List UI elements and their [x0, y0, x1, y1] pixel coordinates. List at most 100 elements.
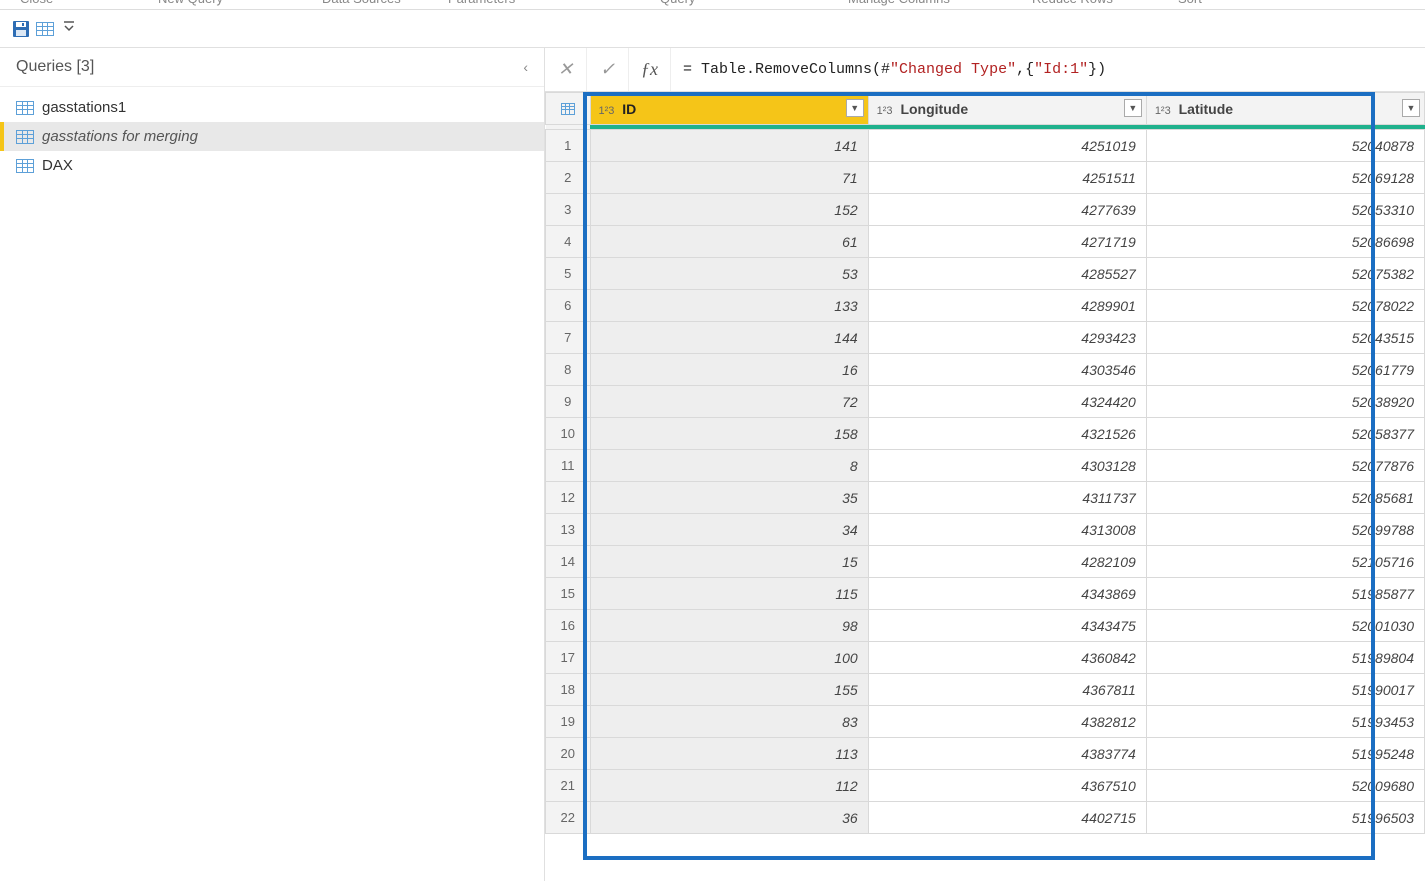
table-row[interactable]: 20113438377451995248	[546, 738, 1425, 770]
table-row[interactable]: 21112436751052009680	[546, 770, 1425, 802]
cell-longitude[interactable]: 4367811	[868, 674, 1146, 706]
row-number[interactable]: 13	[546, 514, 591, 546]
cell-latitude[interactable]: 52038920	[1146, 386, 1424, 418]
table-row[interactable]: 972432442052038920	[546, 386, 1425, 418]
cell-latitude[interactable]: 52040878	[1146, 130, 1424, 162]
row-number[interactable]: 10	[546, 418, 591, 450]
cell-id[interactable]: 112	[590, 770, 868, 802]
row-number[interactable]: 3	[546, 194, 591, 226]
row-number[interactable]: 4	[546, 226, 591, 258]
row-number[interactable]: 6	[546, 290, 591, 322]
table-row[interactable]: 1415428210952105716	[546, 546, 1425, 578]
formula-fx-icon[interactable]: ƒx	[629, 48, 671, 91]
table-row[interactable]: 10158432152652058377	[546, 418, 1425, 450]
cell-longitude[interactable]: 4383774	[868, 738, 1146, 770]
cell-longitude[interactable]: 4382812	[868, 706, 1146, 738]
cell-latitude[interactable]: 52009680	[1146, 770, 1424, 802]
cell-longitude[interactable]: 4303128	[868, 450, 1146, 482]
cell-longitude[interactable]: 4311737	[868, 482, 1146, 514]
table-row[interactable]: 15115434386951985877	[546, 578, 1425, 610]
table-row[interactable]: 3152427763952053310	[546, 194, 1425, 226]
cell-id[interactable]: 35	[590, 482, 868, 514]
table-row[interactable]: 1235431173752085681	[546, 482, 1425, 514]
row-number[interactable]: 21	[546, 770, 591, 802]
cell-id[interactable]: 8	[590, 450, 868, 482]
cell-latitude[interactable]: 51989804	[1146, 642, 1424, 674]
row-number[interactable]: 12	[546, 482, 591, 514]
cell-latitude[interactable]: 52069128	[1146, 162, 1424, 194]
cell-longitude[interactable]: 4251019	[868, 130, 1146, 162]
cell-longitude[interactable]: 4321526	[868, 418, 1146, 450]
column-filter-dropdown-icon[interactable]: ▼	[1402, 99, 1420, 117]
cell-id[interactable]: 141	[590, 130, 868, 162]
cell-latitude[interactable]: 52075382	[1146, 258, 1424, 290]
cell-id[interactable]: 83	[590, 706, 868, 738]
cell-latitude[interactable]: 52053310	[1146, 194, 1424, 226]
formula-text[interactable]: = Table.RemoveColumns(#"Changed Type",{"…	[671, 48, 1425, 91]
cell-latitude[interactable]: 52086698	[1146, 226, 1424, 258]
table-row[interactable]: 7144429342352043515	[546, 322, 1425, 354]
cell-latitude[interactable]: 51985877	[1146, 578, 1424, 610]
row-number[interactable]: 8	[546, 354, 591, 386]
row-number[interactable]: 1	[546, 130, 591, 162]
cell-id[interactable]: 36	[590, 802, 868, 834]
row-number[interactable]: 11	[546, 450, 591, 482]
cell-latitude[interactable]: 52085681	[1146, 482, 1424, 514]
cell-latitude[interactable]: 51996503	[1146, 802, 1424, 834]
row-number[interactable]: 14	[546, 546, 591, 578]
cell-latitude[interactable]: 52077876	[1146, 450, 1424, 482]
cell-id[interactable]: 61	[590, 226, 868, 258]
column-header-longitude[interactable]: 1²3 Longitude ▼	[868, 93, 1146, 125]
formula-cancel-icon[interactable]: ✕	[545, 48, 587, 91]
table-row[interactable]: 461427171952086698	[546, 226, 1425, 258]
cell-latitude[interactable]: 52099788	[1146, 514, 1424, 546]
row-number[interactable]: 16	[546, 610, 591, 642]
row-number[interactable]: 17	[546, 642, 591, 674]
cell-longitude[interactable]: 4360842	[868, 642, 1146, 674]
cell-id[interactable]: 34	[590, 514, 868, 546]
row-number[interactable]: 19	[546, 706, 591, 738]
cell-id[interactable]: 71	[590, 162, 868, 194]
table-row[interactable]: 18155436781151990017	[546, 674, 1425, 706]
cell-id[interactable]: 53	[590, 258, 868, 290]
cell-latitude[interactable]: 51995248	[1146, 738, 1424, 770]
cell-latitude[interactable]: 51993453	[1146, 706, 1424, 738]
cell-id[interactable]: 152	[590, 194, 868, 226]
query-item[interactable]: gasstations for merging	[0, 122, 544, 151]
column-header-latitude[interactable]: 1²3 Latitude ▼	[1146, 93, 1424, 125]
cell-longitude[interactable]: 4324420	[868, 386, 1146, 418]
cell-latitude[interactable]: 52058377	[1146, 418, 1424, 450]
table-row[interactable]: 17100436084251989804	[546, 642, 1425, 674]
table-row[interactable]: 1334431300852099788	[546, 514, 1425, 546]
cell-longitude[interactable]: 4271719	[868, 226, 1146, 258]
cell-id[interactable]: 133	[590, 290, 868, 322]
row-number[interactable]: 5	[546, 258, 591, 290]
cell-id[interactable]: 155	[590, 674, 868, 706]
table-icon[interactable]	[36, 20, 54, 38]
quick-access-customize-icon[interactable]	[60, 21, 78, 36]
cell-longitude[interactable]: 4289901	[868, 290, 1146, 322]
cell-longitude[interactable]: 4402715	[868, 802, 1146, 834]
cell-id[interactable]: 100	[590, 642, 868, 674]
row-number[interactable]: 18	[546, 674, 591, 706]
cell-id[interactable]: 144	[590, 322, 868, 354]
row-number[interactable]: 2	[546, 162, 591, 194]
row-number[interactable]: 22	[546, 802, 591, 834]
cell-latitude[interactable]: 52078022	[1146, 290, 1424, 322]
cell-longitude[interactable]: 4282109	[868, 546, 1146, 578]
row-number[interactable]: 9	[546, 386, 591, 418]
cell-longitude[interactable]: 4313008	[868, 514, 1146, 546]
save-icon[interactable]	[12, 20, 30, 38]
cell-id[interactable]: 113	[590, 738, 868, 770]
cell-id[interactable]: 158	[590, 418, 868, 450]
cell-latitude[interactable]: 52105716	[1146, 546, 1424, 578]
table-row[interactable]: 118430312852077876	[546, 450, 1425, 482]
cell-longitude[interactable]: 4285527	[868, 258, 1146, 290]
query-item[interactable]: gasstations1	[0, 93, 544, 122]
column-header-id[interactable]: 1²3 ID ▼	[590, 93, 868, 125]
query-item[interactable]: DAX	[0, 151, 544, 180]
table-row[interactable]: 6133428990152078022	[546, 290, 1425, 322]
cell-latitude[interactable]: 52061779	[1146, 354, 1424, 386]
cell-id[interactable]: 16	[590, 354, 868, 386]
cell-latitude[interactable]: 52043515	[1146, 322, 1424, 354]
